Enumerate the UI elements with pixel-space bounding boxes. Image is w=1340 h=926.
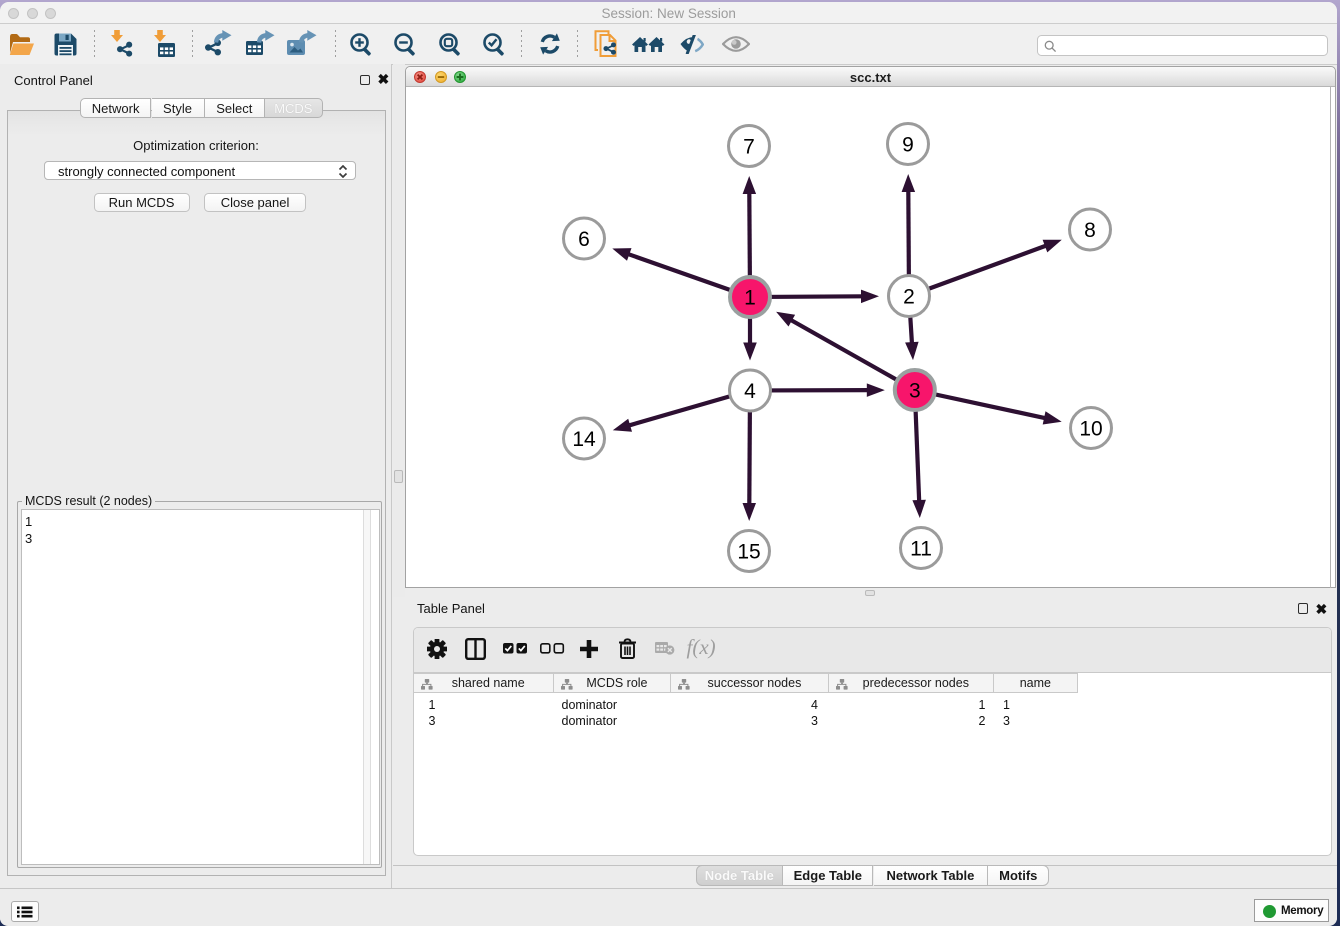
svg-text:15: 15 [737, 541, 760, 564]
svg-text:4: 4 [744, 380, 756, 403]
svg-text:10: 10 [1079, 418, 1102, 441]
svg-text:9: 9 [902, 134, 914, 157]
svg-text:14: 14 [572, 428, 596, 451]
svg-text:6: 6 [578, 228, 590, 251]
svg-text:2: 2 [903, 286, 915, 309]
svg-text:8: 8 [1084, 219, 1096, 242]
svg-text:7: 7 [743, 136, 755, 159]
svg-text:1: 1 [744, 287, 756, 310]
svg-text:11: 11 [910, 538, 932, 561]
svg-text:3: 3 [909, 380, 921, 403]
